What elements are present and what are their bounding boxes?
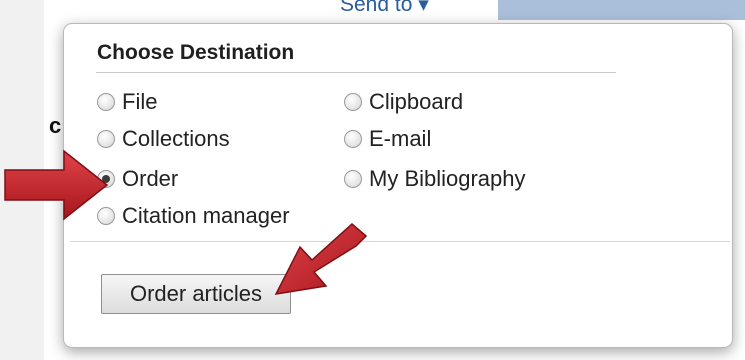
- option-clipboard-label: Clipboard: [369, 89, 464, 114]
- radio-file[interactable]: [97, 93, 115, 111]
- radio-collections[interactable]: [97, 130, 115, 148]
- option-collections-label: Collections: [122, 126, 230, 151]
- red-arrow-icon: [4, 149, 109, 221]
- arrow-shape: [274, 223, 368, 295]
- option-citation-manager[interactable]: Citation manager: [97, 203, 290, 229]
- option-my-bibliography-label: My Bibliography: [369, 166, 526, 191]
- radio-email[interactable]: [344, 130, 362, 148]
- option-clipboard[interactable]: Clipboard: [344, 89, 463, 115]
- partial-heading-text: c: [49, 113, 62, 138]
- top-blue-bar: [498, 0, 745, 20]
- option-email[interactable]: E-mail: [344, 126, 431, 152]
- option-file[interactable]: File: [97, 89, 157, 115]
- section-divider: [70, 241, 730, 242]
- option-file-label: File: [122, 89, 158, 114]
- choose-destination-popup: Choose Destination File Clipboard Collec…: [63, 23, 733, 348]
- radio-my-bibliography[interactable]: [344, 170, 362, 188]
- send-to-menu[interactable]: Send to ▾: [340, 0, 429, 17]
- arrow-shape: [4, 149, 109, 221]
- option-collections[interactable]: Collections: [97, 126, 230, 152]
- option-email-label: E-mail: [369, 126, 432, 151]
- red-arrow-icon: [274, 223, 368, 295]
- popup-title: Choose Destination: [97, 41, 295, 64]
- option-order-label: Order: [122, 166, 179, 191]
- radio-clipboard[interactable]: [344, 93, 362, 111]
- option-my-bibliography[interactable]: My Bibliography: [344, 166, 526, 192]
- title-divider: [96, 72, 616, 73]
